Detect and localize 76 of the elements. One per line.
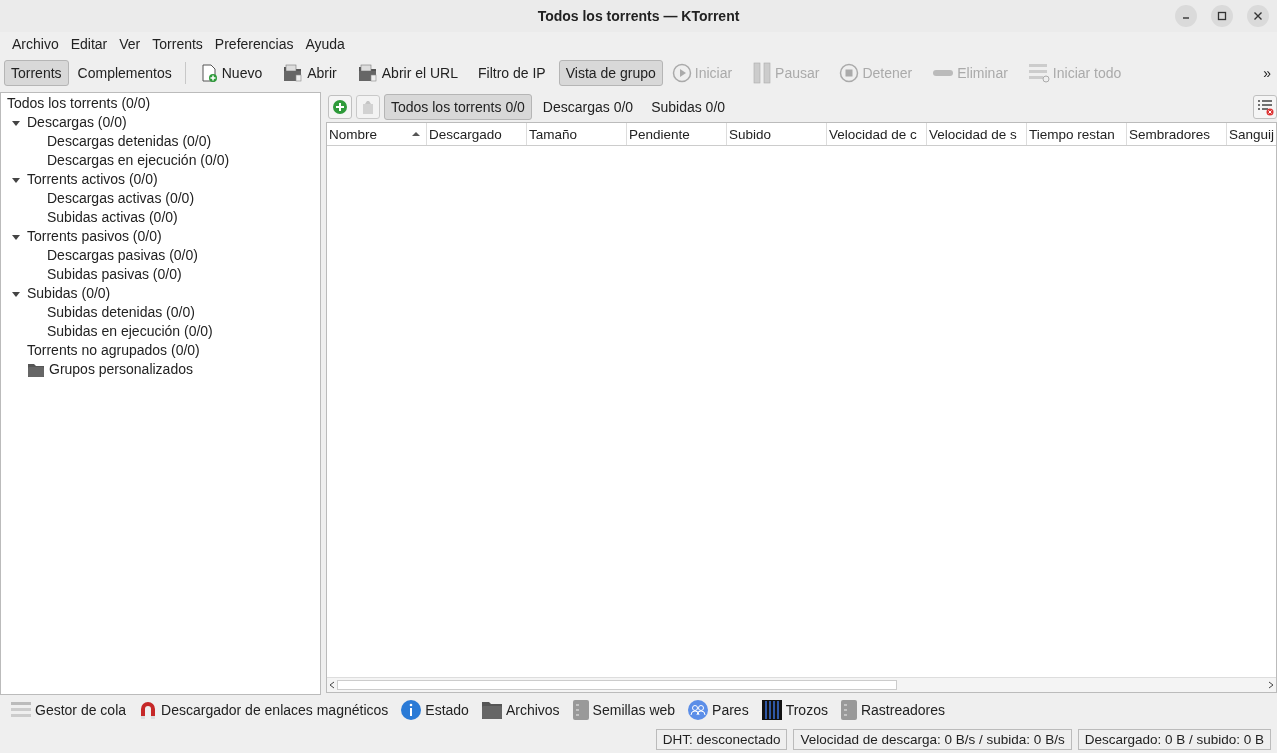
server-icon <box>839 699 858 721</box>
tree-item[interactable]: Torrents activos (0/0) <box>27 170 158 189</box>
tree-item[interactable]: Subidas activas (0/0) <box>1 208 320 227</box>
panel-tab[interactable]: Estado <box>396 699 477 721</box>
column-header[interactable]: Sanguij <box>1227 123 1276 145</box>
scroll-right-icon[interactable] <box>1266 679 1276 691</box>
panel-tab[interactable]: Semillas web <box>567 699 684 721</box>
folder-icon <box>356 63 379 83</box>
maximize-button[interactable] <box>1211 5 1233 27</box>
column-header[interactable]: Tiempo restan <box>1027 123 1127 145</box>
pause-icon <box>752 62 773 84</box>
tree-item[interactable]: Grupos personalizados <box>49 360 193 379</box>
tree-item[interactable]: Subidas pasivas (0/0) <box>1 265 320 284</box>
column-header[interactable]: Descargado <box>427 123 527 145</box>
group-tab[interactable]: Todos los torrents 0/0 <box>384 94 532 120</box>
group-tab[interactable]: Subidas 0/0 <box>644 94 733 120</box>
panel-tab[interactable]: Trozos <box>756 699 836 721</box>
tree-item[interactable]: Descargas (0/0) <box>27 113 127 132</box>
folder-icon <box>282 63 305 83</box>
info-icon <box>400 699 423 721</box>
panel-tab[interactable]: Rastreadores <box>835 699 953 721</box>
toolbar-tab[interactable]: Complementos <box>70 60 179 86</box>
play-icon <box>671 63 692 83</box>
toolbar-button[interactable]: Abrir <box>275 60 344 86</box>
toolbar-button[interactable]: Filtro de IP <box>471 60 553 86</box>
bars-icon <box>760 699 783 721</box>
column-settings-button[interactable] <box>1253 95 1277 119</box>
folder-icon <box>27 361 45 378</box>
list-icon <box>1256 98 1274 116</box>
column-header[interactable]: Sembradores <box>1127 123 1227 145</box>
tree-item[interactable]: Subidas detenidas (0/0) <box>1 303 320 322</box>
list-play-icon <box>1027 63 1050 83</box>
panel-tab[interactable]: Descargador de enlaces magnéticos <box>134 699 397 721</box>
column-header[interactable]: Velocidad de c <box>827 123 927 145</box>
bin-icon <box>360 99 376 115</box>
tree-item[interactable]: Torrents pasivos (0/0) <box>27 227 162 246</box>
column-header[interactable]: Subido <box>727 123 827 145</box>
status-field: Velocidad de descarga: 0 B/s / subida: 0 B/s <box>793 728 1072 750</box>
tree-item[interactable]: Torrents no agrupados (0/0) <box>27 341 200 360</box>
toolbar-overflow-button[interactable]: » <box>1263 65 1273 81</box>
tree-item[interactable]: Descargas en ejecución (0/0) <box>1 151 320 170</box>
tree-item[interactable]: Todos los torrents (0/0) <box>1 94 320 113</box>
minimize-button[interactable] <box>1175 5 1197 27</box>
group-view-toggle[interactable]: Vista de grupo <box>558 60 663 86</box>
toolbar-button[interactable]: Abrir el URL <box>349 60 465 86</box>
toolbar-tab[interactable]: Torrents <box>4 60 69 86</box>
scroll-left-icon[interactable] <box>327 679 337 691</box>
tree-item[interactable]: Subidas en ejecución (0/0) <box>1 322 320 341</box>
people-icon <box>687 699 710 721</box>
tree-item[interactable]: Descargas detenidas (0/0) <box>1 132 320 151</box>
folder-icon <box>480 700 503 720</box>
column-header[interactable]: Nombre <box>327 123 427 145</box>
status-field: DHT: desconectado <box>655 728 788 750</box>
group-tab[interactable]: Descargas 0/0 <box>535 94 641 120</box>
column-header[interactable]: Tamaño <box>527 123 627 145</box>
close-button[interactable] <box>1247 5 1269 27</box>
column-header[interactable]: Velocidad de s <box>927 123 1027 145</box>
column-header[interactable]: Pendiente <box>627 123 727 145</box>
tree-item[interactable]: Descargas activas (0/0) <box>1 189 320 208</box>
close-icon <box>1253 11 1263 21</box>
add-group-button[interactable] <box>328 95 352 119</box>
server-icon <box>571 699 590 721</box>
add-icon <box>332 99 348 115</box>
toolbar-button[interactable]: Nuevo <box>191 60 270 86</box>
list-icon <box>10 700 32 720</box>
tree-item[interactable]: Subidas (0/0) <box>27 284 111 303</box>
maximize-icon <box>1217 11 1227 21</box>
tree-item[interactable]: Descargas pasivas (0/0) <box>1 246 320 265</box>
stop-icon <box>839 63 860 83</box>
window-title: Todos los torrents — KTorrent <box>537 8 740 24</box>
horizontal-scrollbar[interactable] <box>327 677 1276 692</box>
status-field: Descargado: 0 B / subido: 0 B <box>1077 728 1271 750</box>
panel-tab[interactable]: Gestor de cola <box>6 700 135 720</box>
minus-bar-icon <box>932 68 955 78</box>
panel-tab[interactable]: Pares <box>683 699 757 721</box>
panel-tab[interactable]: Archivos <box>476 700 568 720</box>
